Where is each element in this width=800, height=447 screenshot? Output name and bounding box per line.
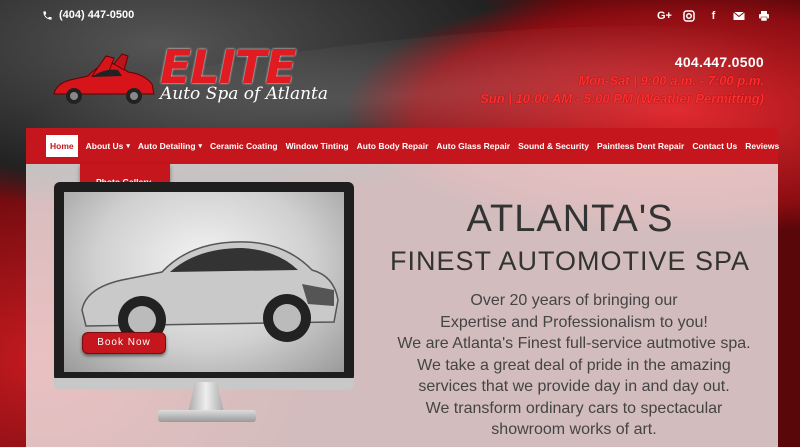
nav-item-label: Auto Body Repair: [356, 141, 429, 151]
nav-item-about-us[interactable]: About Us ▾: [86, 141, 130, 151]
logo-subtitle: Auto Spa of Atlanta: [160, 84, 328, 104]
nav-item-label: Reviews: [745, 141, 780, 151]
social-links: G+ f: [657, 10, 770, 23]
nav-item-label: Auto Detailing: [137, 141, 196, 151]
hours-weekday: Mon-Sat | 9:00 a.m. - 7:00 p.m.: [578, 73, 764, 88]
silver-car-image: [81, 241, 339, 344]
nav-item-label: Home: [50, 141, 74, 151]
hero-line: Expertise and Professionalism to you!: [440, 313, 708, 331]
header-phone[interactable]: 404.447.0500: [480, 54, 764, 70]
hero-subheading: FINEST AUTOMOTIVE SPA: [389, 246, 751, 276]
hero-line: showroom works of art.: [491, 421, 657, 438]
instagram-icon[interactable]: [682, 10, 695, 23]
nav-item-ceramic-coating[interactable]: Ceramic Coating: [210, 141, 278, 151]
hero-line: Over 20 years of bringing our: [470, 292, 678, 309]
nav-item-sound-security[interactable]: Sound & Security: [518, 141, 589, 151]
nav-item-auto-body-repair[interactable]: Auto Body Repair: [357, 141, 429, 151]
chevron-down-icon: ▾: [126, 143, 130, 150]
phone-number: (404) 447-0500: [59, 9, 135, 21]
site-logo[interactable]: ELITE Auto Spa of Atlanta: [48, 44, 328, 116]
google-plus-icon[interactable]: G+: [657, 10, 672, 23]
logo-car-image: [53, 53, 155, 104]
nav-item-label: Auto Glass Repair: [436, 141, 511, 151]
nav-item-label: Contact Us: [692, 141, 738, 151]
hero-line: We are Atlanta's Finest full-service aut…: [397, 335, 751, 352]
hero-line: We take a great deal of pride in the ama…: [417, 356, 731, 374]
nav-item-contact-us[interactable]: Contact Us: [692, 141, 737, 151]
nav-item-auto-glass-repair[interactable]: Auto Glass Repair: [436, 141, 510, 151]
hero-description: Over 20 years of bringing our Expertise …: [368, 290, 780, 441]
hero-line: services that we provide day in and day …: [418, 378, 730, 395]
nav-item-window-tinting[interactable]: Window Tinting: [286, 141, 349, 151]
chevron-down-icon: ▾: [198, 143, 203, 150]
monitor-stand-base: [158, 410, 256, 422]
hours-sunday: Sun | 10:00 AM - 5:00 PM (Weather Permit…: [480, 91, 764, 106]
book-now-button[interactable]: Book Now: [82, 332, 166, 354]
header-contact-info: 404.447.0500 Mon-Sat | 9:00 a.m. - 7:00 …: [480, 54, 764, 106]
nav-item-label: Sound & Security: [518, 141, 589, 151]
nav-item-label: Paintless Dent Repair: [596, 141, 685, 151]
nav-item-auto-detailing[interactable]: Auto Detailing ▾: [138, 141, 202, 151]
top-bar: (404) 447-0500 G+ f: [0, 0, 800, 34]
nav-item-label: Ceramic Coating: [210, 141, 278, 151]
hero-heading: ATLANTA'S: [466, 198, 674, 240]
nav-item-paintless-dent-repair[interactable]: Paintless Dent Repair: [597, 141, 684, 151]
facebook-icon[interactable]: f: [707, 10, 720, 23]
hero-line: We transform ordinary cars to spectacula…: [425, 399, 723, 417]
nav-item-reviews[interactable]: Reviews: [745, 141, 779, 151]
main-nav: Home About Us ▾ Auto Detailing ▾ Ceramic C…: [26, 128, 779, 164]
phone-link[interactable]: (404) 447-0500: [42, 9, 134, 21]
nav-item-label: Window Tinting: [285, 141, 349, 151]
email-icon[interactable]: [732, 10, 745, 23]
print-icon[interactable]: [757, 10, 770, 23]
phone-icon: [43, 10, 52, 20]
nav-item-label: About Us: [85, 141, 124, 151]
nav-item-home[interactable]: Home: [46, 135, 78, 157]
